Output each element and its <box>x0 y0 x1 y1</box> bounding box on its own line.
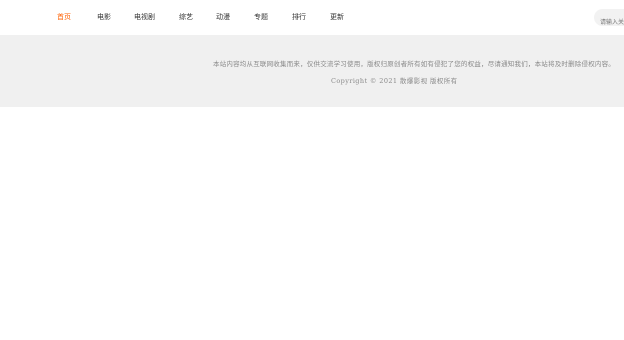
nav-item-movies[interactable]: 电影 <box>97 0 111 35</box>
search-box <box>594 9 624 26</box>
nav-item-topics[interactable]: 专题 <box>254 0 268 35</box>
nav-item-ranking[interactable]: 排行 <box>292 0 306 35</box>
search-input[interactable] <box>594 14 624 26</box>
footer: 本站内容均从互联网收集而来，仅供交流学习使用，版权归原创者所有如有侵犯了您的权益… <box>0 35 624 107</box>
nav-item-updates[interactable]: 更新 <box>330 0 344 35</box>
nav-item-tv-series[interactable]: 电视剧 <box>134 0 155 35</box>
top-navigation-bar: 首页 电影 电视剧 综艺 动漫 专题 排行 更新 <box>0 0 624 35</box>
footer-copyright: Copyright © 2021 散爆影视 版权所有 <box>331 77 458 85</box>
main-nav: 首页 电影 电视剧 综艺 动漫 专题 排行 更新 <box>0 0 600 35</box>
nav-item-home[interactable]: 首页 <box>57 0 71 35</box>
footer-disclaimer: 本站内容均从互联网收集而来，仅供交流学习使用，版权归原创者所有如有侵犯了您的权益… <box>213 60 615 68</box>
nav-item-variety[interactable]: 综艺 <box>179 0 193 35</box>
nav-item-anime[interactable]: 动漫 <box>216 0 230 35</box>
